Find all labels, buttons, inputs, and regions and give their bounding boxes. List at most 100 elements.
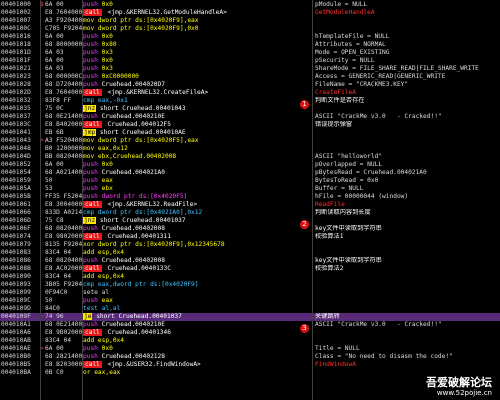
row-mnemonic: call [83, 361, 102, 368]
instruction-row[interactable]: 0040101F 6A 00 push 0x0 pSecurity = NULL [0, 57, 500, 65]
instruction-row[interactable]: 00401007 A3 F920400 mov dword ptr ds:[0x40… [0, 17, 500, 25]
row-disassembly: xor dword ptr ds:[0x4020F9],0x12345678 [83, 241, 309, 249]
instruction-row[interactable]: 0040102D E8 76040000 call <jmp.&KERNEL32.C… [0, 89, 500, 97]
row-hex-bytes: E8 9B020000 [45, 329, 83, 336]
instruction-row[interactable]: 0040105A 53 push ebx Buffer = NULL [0, 185, 500, 193]
row-disassembly: call <jmp.&KERNEL32.GetModuleHandleA> [83, 9, 309, 17]
instruction-row[interactable]: 00401052 6A 00 push 0x0 pOverlapped = NULL [0, 161, 500, 169]
instruction-row[interactable]: 00401035 75 0C jnz short Cruehead.00401043 [0, 105, 500, 113]
instruction-row[interactable]: 00401093 3B05 F920400cmp eax,dword ptr ds… [0, 281, 500, 289]
instruction-row[interactable]: 00401079 8135 F920400xor dword ptr ds:[0x… [0, 241, 500, 249]
instruction-row[interactable]: 00401021 6A 03 push 0x3 ShareMode = FILE_SH… [0, 65, 500, 73]
instruction-row[interactable]: 00401048 B0 12000000 mov eax,0x12 [0, 145, 500, 153]
row-comment: 判断读取内容到长度 [315, 209, 371, 216]
instruction-row[interactable]: 00401083 83C4 04 add esp,0x4 [0, 249, 500, 257]
row-mnemonic: push [83, 161, 98, 168]
row-operands: <jmp.&KERNEL32.CreateFileA> [107, 89, 209, 96]
row-mnemonic: je [83, 313, 93, 320]
instruction-row[interactable]: 00401061 E8 30040000 call <jmp.&KERNEL32.R… [0, 201, 500, 209]
instruction-row[interactable]: 0040106D 75 C8 jnz short Cruehead.00401037 [0, 217, 500, 225]
instruction-row[interactable]: 0040104D BB 08204000 mov ebx,Cruehead.0040… [0, 153, 500, 161]
column-separator [312, 0, 313, 400]
row-address: 00401083 [1, 249, 31, 256]
instruction-row[interactable]: 00401043 > A3 F5204000 mov dword ptr ds:[0x… [0, 137, 500, 145]
instruction-row[interactable]: 00401000 $6A 00 push 0x0 pModule = NULL [0, 1, 500, 9]
instruction-row[interactable]: 0040100C C705 F920400mov dword ptr ds:[0x… [0, 25, 500, 33]
row-disassembly: call <jmp.&USER32.FindWindowA> [83, 361, 309, 369]
instruction-row[interactable]: 004010B5 E8 B2030000 call <jmp.&USER32.Fin… [0, 361, 500, 369]
row-operands: dword ptr ds:[0x4020F5],eax [97, 137, 199, 144]
instruction-row[interactable]: 004010AB 83C4 04 add esp,0x4 [0, 337, 500, 345]
instruction-row[interactable]: 0040109D 84C0 test al,al [0, 305, 500, 313]
row-address: 00401000 [1, 1, 31, 8]
row-hex-bytes: 68 000000C0 [45, 73, 83, 80]
instruction-row[interactable]: 00401074 E8 98020000 call Cruehead.0040131… [0, 233, 500, 241]
instruction-row[interactable]: 00401032 83F8 FF cmp eax,-0x1 判断文件是否存在 [0, 97, 500, 105]
row-disassembly: push 0x0 [83, 1, 309, 9]
instruction-row[interactable]: 0040101D 6A 03 push 0x3 Mode = OPEN_EXISTIN… [0, 49, 500, 57]
selected-instruction-row[interactable]: 0040109F 74 96 je short Cruehead.00401037 关… [0, 313, 500, 321]
row-disassembly: test al,al [83, 305, 309, 313]
row-hex-bytes: 68 A0214000 [45, 169, 83, 176]
instruction-row[interactable]: 0040103C E8 B4020000 call Cruehead.004012F… [0, 121, 500, 129]
row-mnemonic: push [83, 81, 98, 88]
row-operands: dword ptr ds:[0x4020F9],0x0 [97, 25, 199, 32]
instruction-row[interactable]: 00401086 68 08204000 push Cruehead.0040200… [0, 257, 500, 265]
row-operands: dword ptr ds:[0x4020F5] [101, 193, 188, 200]
row-disassembly: push Cruehead.00402008 [83, 257, 309, 265]
instruction-row[interactable]: 004010A1 68 0E214000 push Cruehead.0040210… [0, 321, 500, 329]
row-mnemonic: call [83, 233, 102, 240]
instruction-row[interactable]: 00401059 50 push eax BytesToRead = 0x0 [0, 177, 500, 185]
row-address: 00401066 [1, 209, 31, 216]
row-mnemonic: mov [83, 137, 95, 144]
row-mnemonic: push [83, 257, 98, 264]
instruction-row[interactable]: 004010A6 E8 9B020000 call Cruehead.0040134… [0, 329, 500, 337]
row-address: 00401059 [1, 177, 31, 184]
instruction-row[interactable]: 00401037 68 0E214000 push Cruehead.0040210… [0, 113, 500, 121]
row-operands: esp,0x4 [97, 273, 124, 280]
instruction-row[interactable]: 00401090 83C4 04 add esp,0x4 [0, 273, 500, 281]
instruction-row[interactable]: 0040108B E8 AC020000 call Cruehead.0040133… [0, 265, 500, 273]
row-address: 00401007 [1, 17, 31, 24]
row-mnemonic: push [83, 345, 98, 352]
row-address: 004010A1 [1, 321, 31, 328]
instruction-row[interactable]: 004010B0 68 28214000 push Cruehead.0040212… [0, 353, 500, 361]
row-hex-bytes: 8135 F920400 [45, 241, 83, 248]
row-operands: 0xC0000000 [101, 73, 139, 80]
instruction-row[interactable]: 0040106F 68 08204000 push Cruehead.0040200… [0, 225, 500, 233]
instruction-row[interactable]: 0040105B FF35 F520400push dword ptr ds:[0… [0, 193, 500, 201]
row-comment: Mode = OPEN_EXISTING [315, 49, 390, 56]
row-mnemonic: cmp [83, 281, 95, 288]
row-mnemonic: push [83, 33, 98, 40]
disassembly-view[interactable]: 00401000 $6A 00 push 0x0 pModule = NULL 0040… [0, 0, 500, 400]
instruction-row[interactable]: 00401018 68 80000000 push 0x80 Attributes =… [0, 41, 500, 49]
instruction-row[interactable]: 004010AE >6A 00 push 0x0 Title = NULL [0, 345, 500, 353]
row-operands: 0x0 [101, 33, 113, 40]
row-comment: ASCII "CrackMe v3.0 - Cracked!!" [315, 321, 442, 328]
row-operands: Cruehead.0040133C [107, 265, 171, 272]
row-mnemonic: mov [83, 17, 95, 24]
row-operands: 0x0 [101, 1, 113, 8]
row-disassembly: mov dword ptr ds:[0x4020F9],0x0 [83, 25, 309, 33]
row-mnemonic: push [83, 297, 98, 304]
instruction-row[interactable]: 00401066 833D A021400cmp dword ptr ds:[0x… [0, 209, 500, 217]
instruction-row[interactable]: 00401099 0F94C0 sete al [0, 289, 500, 297]
row-mnemonic: mov [83, 153, 95, 160]
row-disassembly: push 0x0 [83, 345, 309, 353]
row-operands: eax [101, 297, 113, 304]
instruction-row[interactable]: 00401016 6A 00 push 0x0 hTemplateFile = NUL… [0, 33, 500, 41]
instruction-row[interactable]: 00401002 E8 76040000 call <jmp.&KERNEL32.G… [0, 9, 500, 17]
instruction-row[interactable]: 00401054 68 A0214000 push Cruehead.004021A… [0, 169, 500, 177]
instruction-row[interactable]: 0040109C 50 push eax [0, 297, 500, 305]
row-hex-bytes: A3 F920400 [45, 17, 83, 24]
instruction-row[interactable]: 00401028 68 D7204000 push Cruehead.004020D… [0, 81, 500, 89]
row-address: 00401018 [1, 41, 31, 48]
row-hex-bytes: 6A 00 [45, 1, 64, 8]
instruction-row[interactable]: 00401023 68 000000C0 push 0xC0000000 Access… [0, 73, 500, 81]
row-mnemonic: push [83, 41, 98, 48]
instruction-row[interactable]: 004010BA 0B C0 or eax,eax [0, 369, 500, 377]
row-hex-bytes: EB 6B [45, 129, 64, 136]
row-mnemonic: push [83, 49, 98, 56]
instruction-row[interactable]: 00401041 EB 6B jmp short Cruehead.004010AE [0, 129, 500, 137]
row-operands: short Cruehead.00401043 [99, 105, 186, 112]
